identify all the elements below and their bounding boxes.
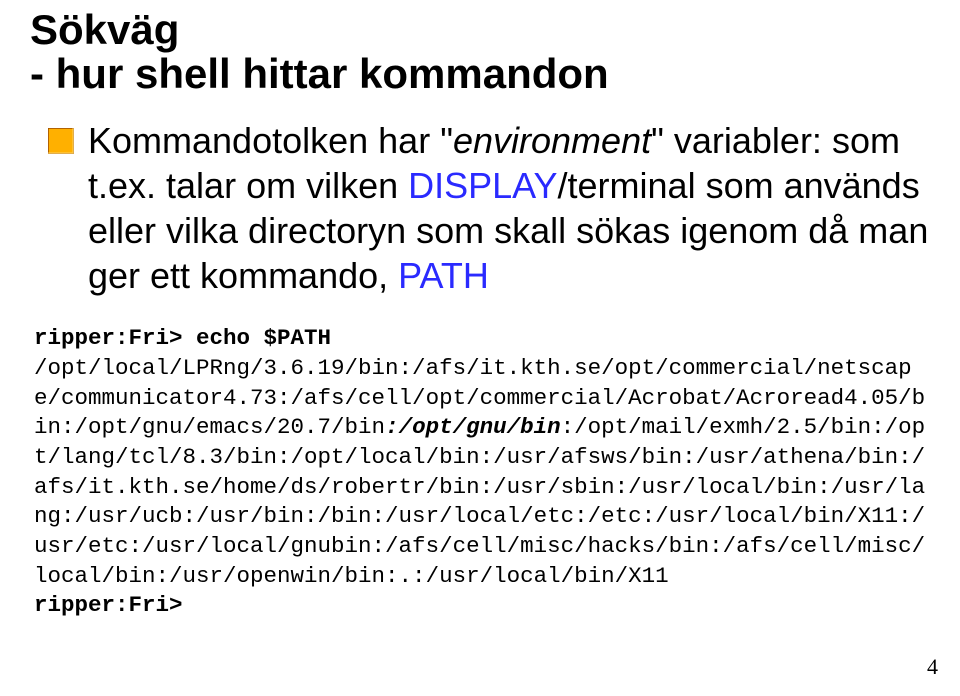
terminal-block: ripper:Fri> echo $PATH /opt/local/LPRng/… (34, 324, 930, 621)
slide-root: Sökväg - hur shell hittar kommandon Komm… (0, 0, 960, 696)
path-seg2: :/opt/mail/exmh/2.5/bin:/opt/lang/tcl/8.… (34, 414, 925, 588)
command-echo: echo $PATH (196, 325, 331, 351)
prompt-1: ripper:Fri> (34, 325, 196, 351)
bullet-pre: Kommandotolken har " (88, 120, 453, 161)
slide-title: Sökväg - hur shell hittar kommandon (30, 8, 930, 96)
prompt-2: ripper:Fri> (34, 592, 183, 618)
bullet-item: Kommandotolken har "environment" variabl… (48, 118, 930, 298)
bullet-text: Kommandotolken har "environment" variabl… (88, 118, 930, 298)
bullet-icon (48, 128, 74, 154)
path-optgnubin: :/opt/gnu/bin (385, 414, 561, 440)
keyword-display: DISPLAY (408, 165, 557, 206)
bullet-env: environment (453, 120, 651, 161)
keyword-path: PATH (398, 255, 489, 296)
page-number: 4 (927, 654, 938, 680)
title-line2: - hur shell hittar kommandon (30, 52, 930, 96)
title-line1: Sökväg (30, 6, 179, 53)
